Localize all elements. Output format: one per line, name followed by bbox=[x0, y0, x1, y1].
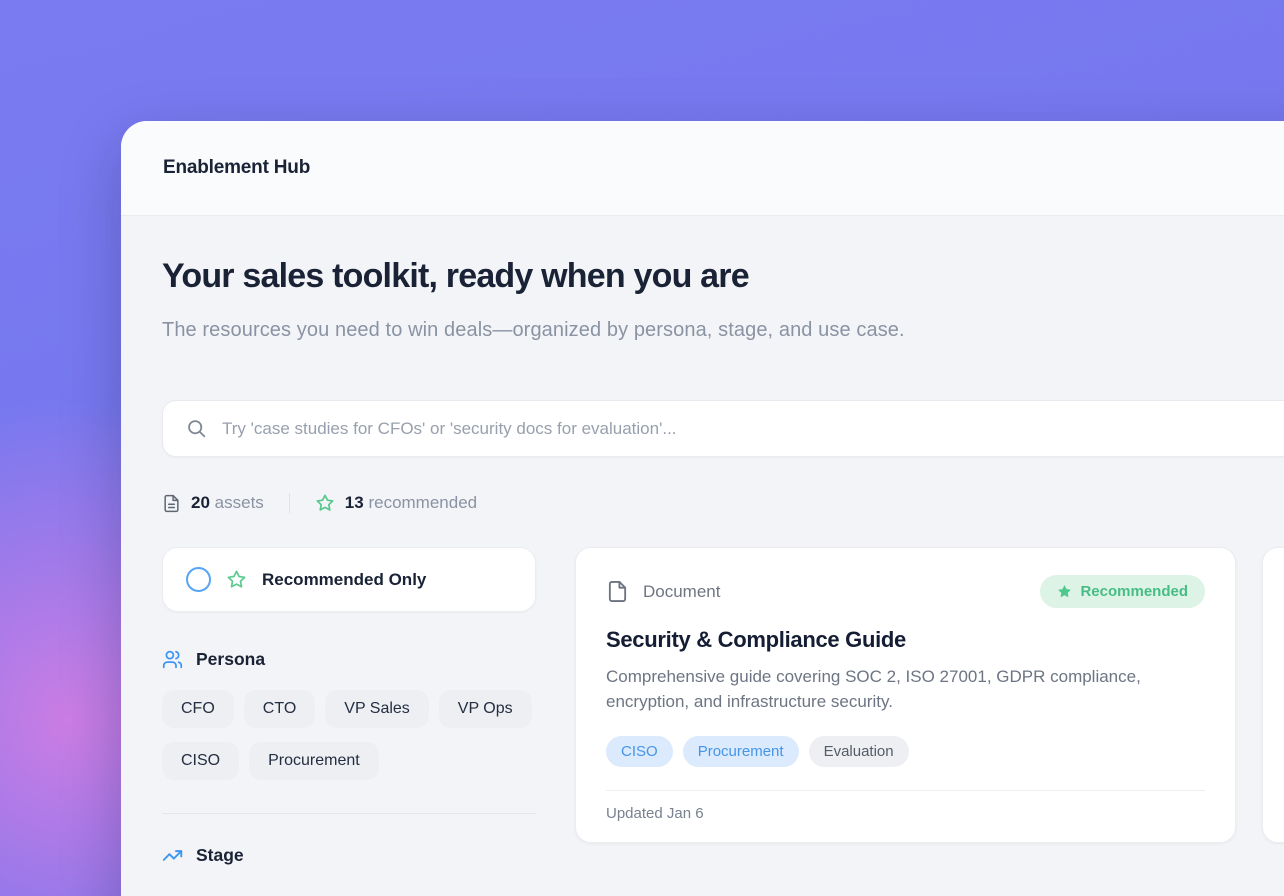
assets-count: 20 bbox=[191, 493, 210, 512]
radio-circle-icon[interactable] bbox=[186, 567, 211, 592]
stats-divider bbox=[289, 493, 290, 513]
recommended-count: 13 bbox=[345, 493, 364, 512]
recommended-only-label: Recommended Only bbox=[262, 570, 426, 590]
search-icon bbox=[186, 418, 207, 439]
tag-evaluation[interactable]: Evaluation bbox=[809, 736, 909, 767]
card-type-label: Document bbox=[643, 582, 720, 602]
asset-card-security-compliance-guide[interactable]: Document Recommended Security & Complian… bbox=[575, 547, 1236, 843]
persona-chip-vp-ops[interactable]: VP Ops bbox=[439, 690, 532, 728]
recommended-only-toggle[interactable]: Recommended Only bbox=[162, 547, 536, 612]
recommended-badge-label: Recommended bbox=[1080, 583, 1188, 600]
panel-header: Enablement Hub bbox=[121, 121, 1284, 216]
search-bar[interactable] bbox=[162, 400, 1284, 457]
tag-ciso[interactable]: CISO bbox=[606, 736, 673, 767]
card-updated: Updated Jan 6 bbox=[606, 791, 1205, 836]
recommended-stat: 13 recommended bbox=[315, 493, 477, 513]
assets-stat: 20 assets bbox=[162, 493, 264, 513]
page-title: Your sales toolkit, ready when you are bbox=[162, 257, 1284, 296]
persona-chip-cfo[interactable]: CFO bbox=[162, 690, 234, 728]
trending-up-icon bbox=[162, 845, 183, 866]
panel-body: Your sales toolkit, ready when you are T… bbox=[121, 216, 1284, 866]
file-icon bbox=[606, 580, 629, 603]
enablement-hub-panel: Enablement Hub Your sales toolkit, ready… bbox=[121, 121, 1284, 896]
persona-chips: CFO CTO VP Sales VP Ops CISO Procurement bbox=[162, 690, 536, 780]
stage-section-label: Stage bbox=[196, 845, 244, 866]
persona-chip-cto[interactable]: CTO bbox=[244, 690, 315, 728]
stage-section-header: Stage bbox=[162, 845, 536, 866]
assets-label: assets bbox=[215, 493, 264, 512]
page-subtitle: The resources you need to win deals—orga… bbox=[162, 311, 974, 350]
search-input[interactable] bbox=[222, 401, 1284, 456]
star-filled-icon bbox=[1057, 584, 1072, 599]
sidebar-divider bbox=[162, 813, 536, 814]
persona-section-label: Persona bbox=[196, 649, 265, 670]
stats-row: 20 assets 13 recommended bbox=[162, 493, 1284, 513]
recommended-label: recommended bbox=[368, 493, 477, 512]
star-outline-icon bbox=[226, 569, 247, 590]
persona-chip-procurement[interactable]: Procurement bbox=[249, 742, 379, 780]
asset-cards: Document Recommended Security & Complian… bbox=[575, 547, 1284, 843]
content-row: Recommended Only Persona CFO CTO VP Sale… bbox=[162, 547, 1284, 866]
card-tags: CISO Procurement Evaluation bbox=[606, 736, 1205, 767]
recommended-badge: Recommended bbox=[1040, 575, 1205, 608]
card-title: Security & Compliance Guide bbox=[606, 627, 1205, 653]
card-description: Comprehensive guide covering SOC 2, ISO … bbox=[606, 665, 1191, 715]
asset-card-partial[interactable] bbox=[1262, 547, 1284, 843]
star-outline-icon bbox=[315, 493, 335, 513]
users-icon bbox=[162, 649, 183, 670]
filters-sidebar: Recommended Only Persona CFO CTO VP Sale… bbox=[162, 547, 536, 866]
persona-section-header: Persona bbox=[162, 649, 536, 670]
card-header: Document Recommended bbox=[606, 575, 1205, 608]
card-type: Document bbox=[606, 580, 720, 603]
persona-chip-vp-sales[interactable]: VP Sales bbox=[325, 690, 429, 728]
tag-procurement[interactable]: Procurement bbox=[683, 736, 799, 767]
persona-chip-ciso[interactable]: CISO bbox=[162, 742, 239, 780]
file-text-icon bbox=[162, 494, 181, 513]
app-title: Enablement Hub bbox=[163, 157, 310, 179]
